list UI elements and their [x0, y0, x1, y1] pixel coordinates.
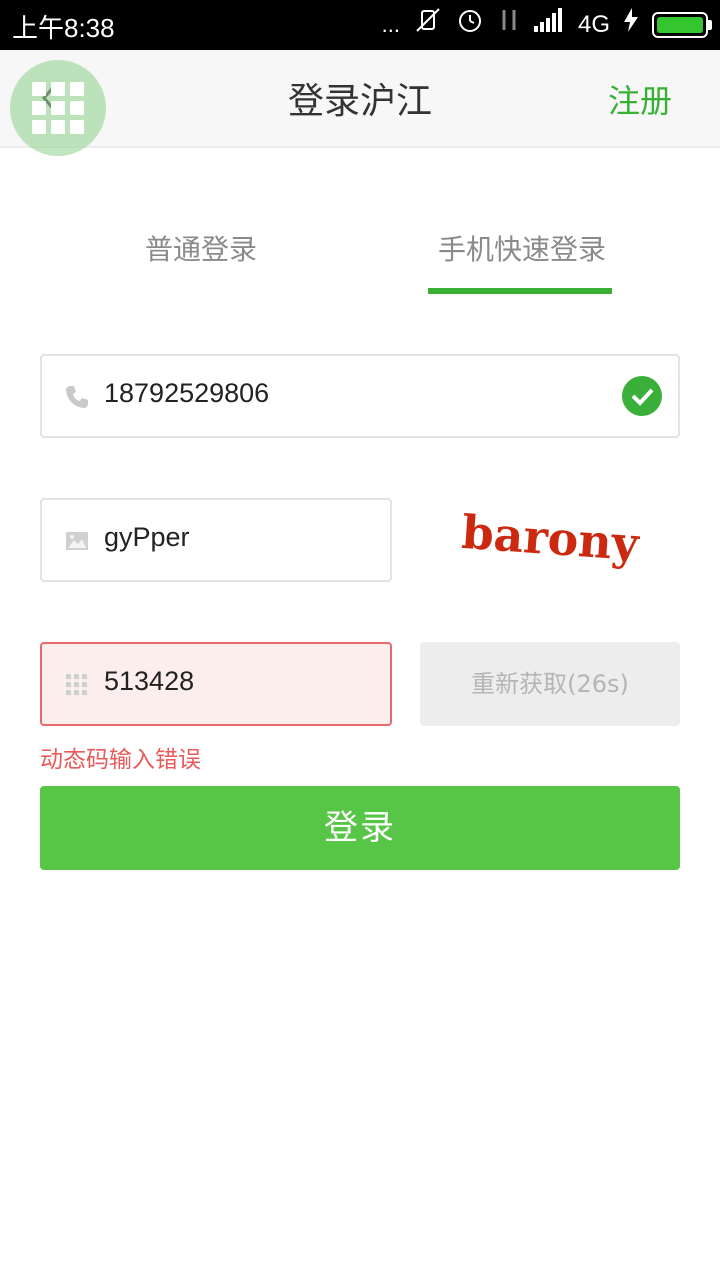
captcha-field[interactable]: gyPper: [40, 498, 392, 582]
grid-dot: [51, 101, 65, 115]
tab-normal-login[interactable]: 普通登录: [145, 228, 257, 268]
grid-dot: [51, 82, 65, 96]
data-transfer-icon: [498, 6, 520, 44]
keypad-icon: [66, 674, 87, 695]
battery-level: [657, 17, 703, 33]
captcha-image[interactable]: barony: [440, 500, 660, 580]
valid-check-icon: [622, 376, 662, 416]
grid-dot: [51, 120, 65, 134]
grid-dot: [70, 101, 84, 115]
active-tab-indicator: [428, 288, 612, 294]
vibrate-off-icon: [414, 6, 442, 44]
grid-dot: [70, 82, 84, 96]
image-icon: [66, 532, 88, 550]
tab-phone-quick-login[interactable]: 手机快速登录: [438, 228, 606, 268]
login-tabs: 普通登录 手机快速登录: [0, 200, 720, 300]
login-button[interactable]: 登录: [40, 786, 680, 870]
signal-icon: [533, 8, 564, 42]
status-bar: 上午8:38 ... 4G: [0, 0, 720, 50]
battery-icon: [652, 12, 712, 38]
charging-icon: [624, 8, 638, 42]
verification-code-input[interactable]: 513428: [104, 666, 194, 697]
error-message: 动态码输入错误: [40, 747, 201, 773]
status-icons: ... 4G: [381, 6, 712, 44]
more-dots-icon: ...: [381, 12, 400, 37]
phone-icon: [66, 386, 88, 408]
alarm-icon: [456, 6, 484, 44]
floating-menu-button[interactable]: [10, 60, 106, 156]
grid-dot: [70, 120, 84, 134]
resend-code-button[interactable]: 重新获取(26s): [420, 642, 680, 726]
grid-dot: [32, 120, 46, 134]
network-type: 4G: [577, 11, 610, 38]
verification-code-field[interactable]: 513428: [40, 642, 392, 726]
status-time: 上午8:38: [12, 13, 115, 43]
phone-field[interactable]: 18792529806: [40, 354, 680, 438]
grid-dot: [32, 101, 46, 115]
captcha-image-text: barony: [460, 505, 642, 571]
captcha-input[interactable]: gyPper: [104, 522, 190, 553]
app-header: 登录沪江 注册: [0, 50, 720, 148]
register-link[interactable]: 注册: [608, 76, 672, 122]
phone-input[interactable]: 18792529806: [104, 378, 269, 409]
grid-dot: [32, 82, 46, 96]
